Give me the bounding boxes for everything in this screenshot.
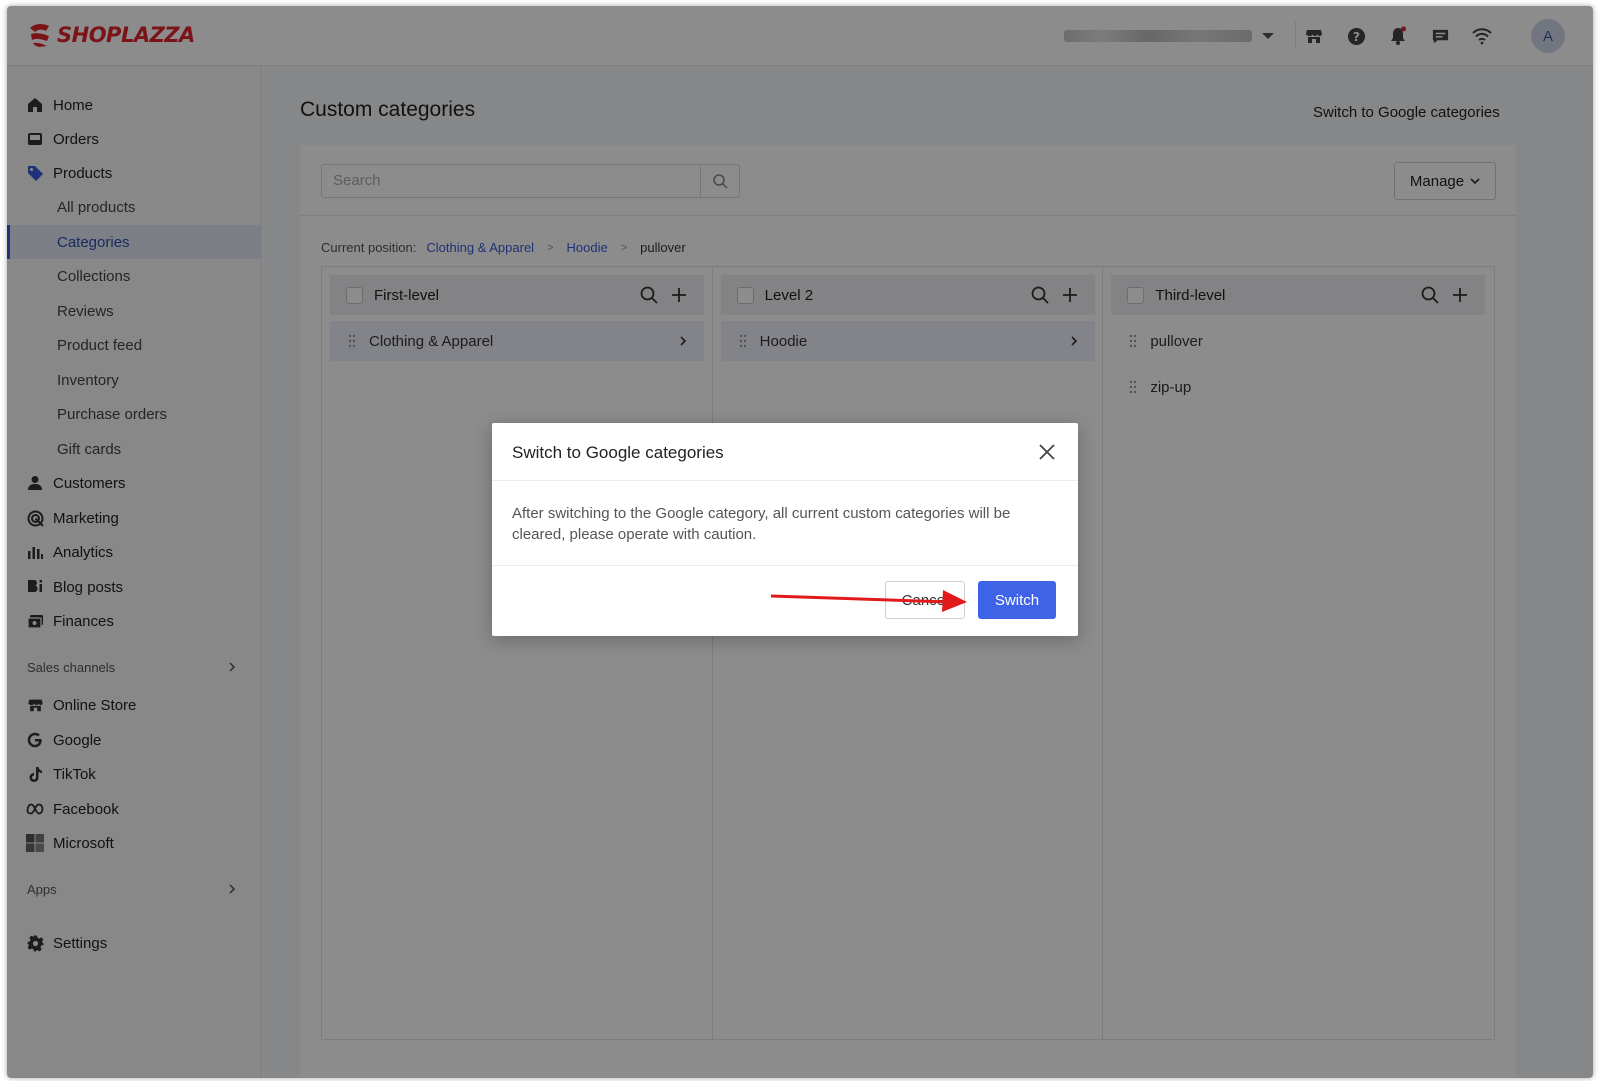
dialog-title: Switch to Google categories bbox=[512, 443, 724, 462]
dialog-message: After switching to the Google category, … bbox=[512, 505, 1011, 543]
dialog-divider bbox=[492, 480, 1078, 481]
switch-button[interactable]: Switch bbox=[978, 581, 1056, 619]
close-icon[interactable] bbox=[1038, 443, 1056, 461]
switch-confirm-dialog: Switch to Google categories After switch… bbox=[492, 423, 1078, 636]
dialog-divider bbox=[492, 565, 1078, 566]
app-window: SHOPLAZZA ? A Home Orders Products All p… bbox=[7, 6, 1593, 1078]
cancel-button[interactable]: Cancel bbox=[885, 581, 965, 619]
